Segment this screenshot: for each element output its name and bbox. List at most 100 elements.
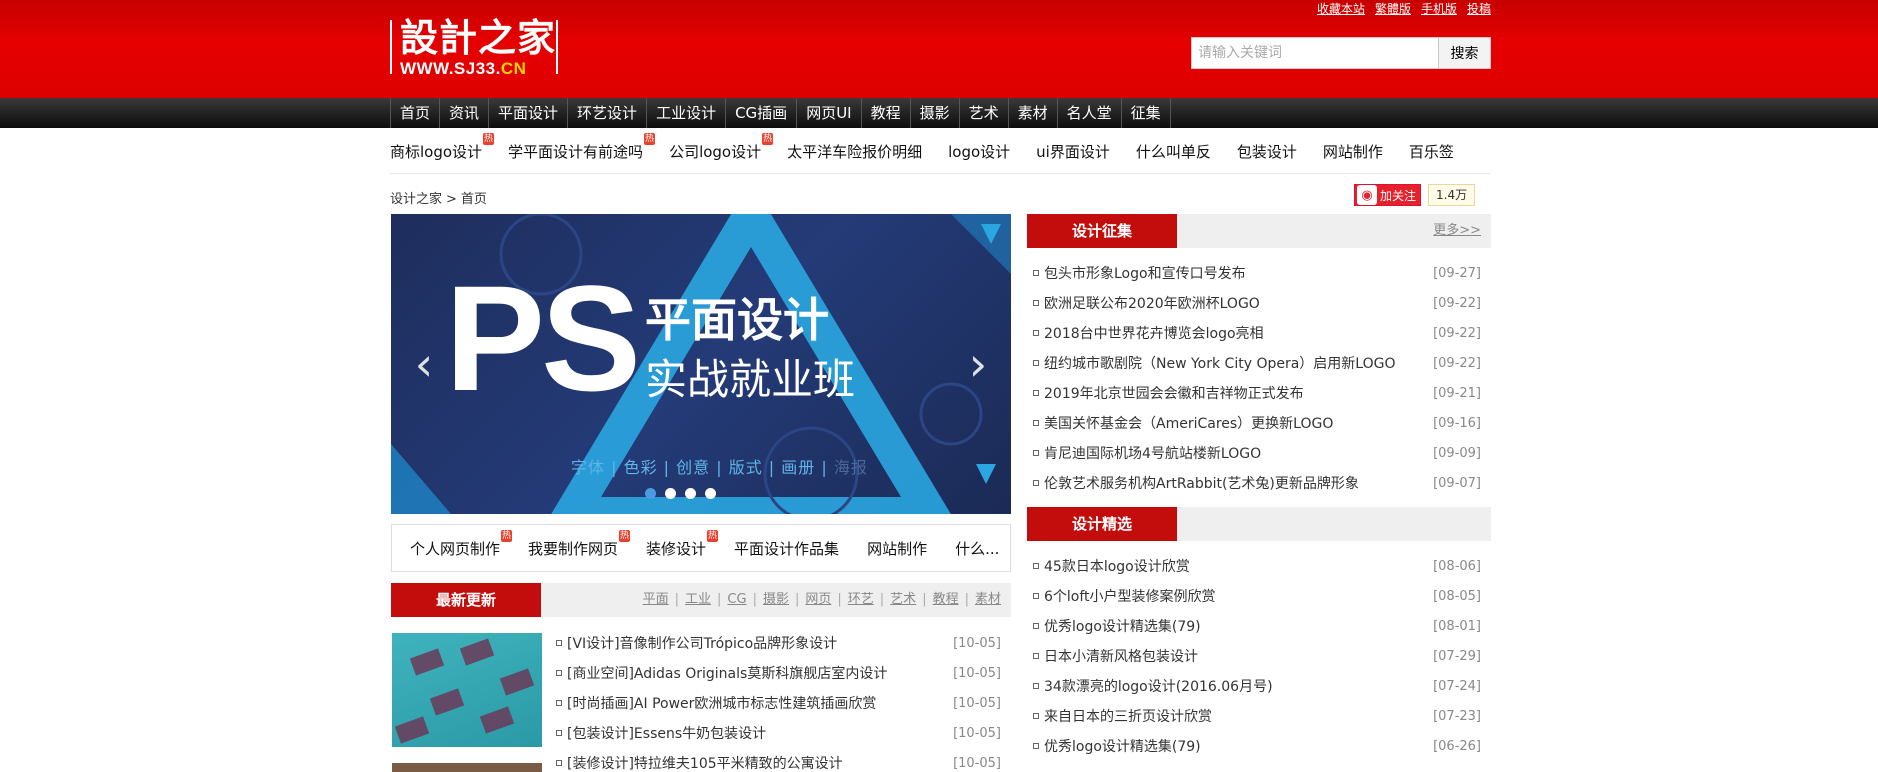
carousel-dot[interactable] bbox=[705, 488, 716, 499]
carousel-dot[interactable] bbox=[645, 488, 656, 499]
hot-badge: 热 bbox=[501, 529, 513, 542]
keyword-link[interactable]: ui界面设计 bbox=[1036, 141, 1110, 162]
news-title: [时尚插画]AI Power欧洲城市标志性建筑插画欣赏 bbox=[567, 696, 877, 712]
hot-badge: 热 bbox=[483, 133, 495, 145]
square-bullet-icon bbox=[1033, 683, 1039, 689]
submit-link[interactable]: 投稿 bbox=[1467, 0, 1491, 17]
square-bullet-icon bbox=[1033, 420, 1039, 426]
nav-item[interactable]: 工业设计 bbox=[647, 98, 727, 128]
nav-item[interactable]: 网页UI bbox=[797, 98, 862, 128]
news-item[interactable]: 优秀logo设计精选集(79) [06-26] bbox=[1027, 732, 1491, 762]
keyword-link[interactable]: 平面设计作品集 bbox=[734, 538, 839, 559]
nav-item[interactable]: 艺术 bbox=[960, 98, 1009, 128]
keyword-link[interactable]: 我要制作网页热 bbox=[528, 529, 631, 559]
search-input[interactable] bbox=[1191, 37, 1439, 69]
category-link[interactable]: 素材 bbox=[975, 583, 1001, 617]
nav-item[interactable]: 名人堂 bbox=[1058, 98, 1122, 128]
news-item[interactable]: [商业空间]Adidas Originals莫斯科旗舰店室内设计 [10-05] bbox=[550, 659, 1011, 689]
news-item[interactable]: 34款漂亮的logo设计(2016.06月号) [07-24] bbox=[1027, 672, 1491, 702]
search-button[interactable]: 搜索 bbox=[1439, 37, 1491, 69]
category-link[interactable]: CG bbox=[727, 583, 746, 617]
keyword-link[interactable]: 公司logo设计热 bbox=[669, 133, 774, 162]
category-separator: | bbox=[879, 592, 885, 607]
carousel-prev-icon[interactable]: ‹ bbox=[409, 339, 439, 389]
news-title: 2019年北京世园会会徽和吉祥物正式发布 bbox=[1044, 386, 1304, 402]
news-item[interactable]: 伦敦艺术服务机构ArtRabbit(艺术兔)更新品牌形象 [09-07] bbox=[1027, 469, 1491, 499]
nav-item[interactable]: 资讯 bbox=[440, 98, 490, 128]
news-item[interactable]: 6个loft小户型装修案例欣赏 [08-05] bbox=[1027, 582, 1491, 612]
keyword-link[interactable]: 商标logo设计热 bbox=[390, 133, 495, 162]
carousel-dot[interactable] bbox=[665, 488, 676, 499]
news-item[interactable]: 肯尼迪国际机场4号航站楼新LOGO [09-09] bbox=[1027, 439, 1491, 469]
latest-thumbnail[interactable] bbox=[392, 763, 542, 772]
nav-item[interactable]: 教程 bbox=[862, 98, 911, 128]
news-item[interactable]: 2018台中世界花卉博览会logo亮相 [09-22] bbox=[1027, 319, 1491, 349]
news-title: [包装设计]Essens牛奶包装设计 bbox=[567, 726, 767, 742]
follow-button[interactable]: ◉ 加关注 bbox=[1354, 184, 1422, 206]
keyword-link[interactable]: 装修设计热 bbox=[646, 529, 719, 559]
keyword-link[interactable]: 学平面设计有前途吗热 bbox=[508, 133, 656, 162]
banner-carousel[interactable]: PS 平面设计 实战就业班 字体 | 色彩 | 创意 | 版式 | 画册 | 海… bbox=[391, 214, 1011, 514]
news-item[interactable]: 来自日本的三折页设计欣赏 [07-23] bbox=[1027, 702, 1491, 732]
category-link[interactable]: 环艺 bbox=[848, 583, 874, 617]
mobile-link[interactable]: 手机版 bbox=[1421, 0, 1457, 17]
news-item[interactable]: [包装设计]Essens牛奶包装设计 [10-05] bbox=[550, 719, 1011, 749]
news-date: [09-22] bbox=[1433, 326, 1481, 341]
square-bullet-icon bbox=[1033, 390, 1039, 396]
keyword-link[interactable]: 网站制作 bbox=[867, 538, 927, 559]
nav-item[interactable]: 平面设计 bbox=[489, 98, 569, 128]
news-title: 包头市形象Logo和宣传口号发布 bbox=[1044, 266, 1246, 282]
site-logo[interactable]: 設計之家 WWW.SJ33.CN bbox=[390, 16, 558, 80]
news-date: [10-05] bbox=[953, 696, 1001, 711]
news-item[interactable]: 纽约城市歌剧院（New York City Opera）启用新LOGO [09-2… bbox=[1027, 349, 1491, 379]
logo-en-prefix: WWW.SJ33. bbox=[400, 59, 501, 78]
bookmark-link[interactable]: 收藏本站 bbox=[1317, 0, 1365, 17]
news-item[interactable]: 美国关怀基金会（AmeriCares）更换新LOGO [09-16] bbox=[1027, 409, 1491, 439]
keyword-link[interactable]: 个人网页制作热 bbox=[410, 529, 513, 559]
nav-item[interactable]: 摄影 bbox=[911, 98, 960, 128]
category-separator: | bbox=[837, 592, 842, 607]
category-separator: | bbox=[717, 592, 722, 607]
news-item[interactable]: 欧洲足联公布2020年欧洲杯LOGO [09-22] bbox=[1027, 289, 1491, 319]
more-link[interactable]: 更多>> bbox=[1433, 214, 1481, 248]
news-item[interactable]: [VI设计]音像制作公司Trópico品牌形象设计 [10-05] bbox=[550, 629, 1011, 659]
keyword-link[interactable]: 包装设计 bbox=[1237, 141, 1297, 162]
nav-item[interactable]: 征集 bbox=[1122, 98, 1171, 128]
nav-item[interactable]: CG插画 bbox=[726, 98, 798, 128]
banner-tags-dim: 海报 bbox=[833, 458, 868, 477]
news-item[interactable]: 优秀logo设计精选集(79) [08-01] bbox=[1027, 612, 1491, 642]
nav-item[interactable]: 首页 bbox=[391, 98, 441, 128]
news-item[interactable]: [时尚插画]AI Power欧洲城市标志性建筑插画欣赏 [10-05] bbox=[550, 689, 1011, 719]
keyword-link[interactable]: 百乐签 bbox=[1409, 141, 1454, 162]
news-item[interactable]: 2019年北京世园会会徽和吉祥物正式发布 [09-21] bbox=[1027, 379, 1491, 409]
category-link[interactable]: 网页 bbox=[805, 583, 831, 617]
news-item[interactable]: 日本小清新风格包装设计 [07-29] bbox=[1027, 642, 1491, 672]
news-item[interactable]: [装修设计]特拉维夫105平米精致的公寓设计 [10-05] bbox=[550, 749, 1011, 772]
keyword-link[interactable]: 太平洋车险报价明细 bbox=[787, 141, 922, 162]
keyword-link[interactable]: logo设计 bbox=[948, 141, 1010, 162]
breadcrumb-home[interactable]: 设计之家 bbox=[390, 192, 442, 207]
keyword-label: 平面设计作品集 bbox=[734, 539, 840, 558]
nav-item[interactable]: 环艺设计 bbox=[568, 98, 648, 128]
follower-count: 1.4万 bbox=[1428, 184, 1476, 206]
category-separator: | bbox=[752, 592, 757, 607]
category-link[interactable]: 教程 bbox=[933, 583, 959, 617]
traditional-link[interactable]: 繁體版 bbox=[1375, 0, 1411, 17]
keyword-link[interactable]: 什么叫单反 bbox=[1136, 141, 1211, 162]
carousel-dot[interactable] bbox=[685, 488, 696, 499]
category-link[interactable]: 工业 bbox=[685, 583, 711, 617]
square-bullet-icon bbox=[1033, 563, 1039, 569]
category-link[interactable]: 摄影 bbox=[763, 583, 789, 617]
carousel-next-icon[interactable]: › bbox=[963, 339, 993, 389]
latest-thumbnail[interactable] bbox=[392, 633, 542, 747]
keyword-link[interactable]: 什么... bbox=[955, 538, 999, 559]
category-link[interactable]: 平面 bbox=[643, 583, 669, 617]
collect-title: 设计征集 bbox=[1027, 214, 1177, 248]
news-item[interactable]: 45款日本logo设计欣赏 [08-06] bbox=[1027, 552, 1491, 582]
keyword-link[interactable]: 网站制作 bbox=[1323, 141, 1383, 162]
category-link[interactable]: 艺术 bbox=[890, 583, 916, 617]
nav-item[interactable]: 素材 bbox=[1009, 98, 1058, 128]
category-separator: | bbox=[964, 592, 969, 607]
news-item[interactable]: 包头市形象Logo和宣传口号发布 [09-27] bbox=[1027, 259, 1491, 289]
news-date: [10-05] bbox=[953, 756, 1001, 771]
